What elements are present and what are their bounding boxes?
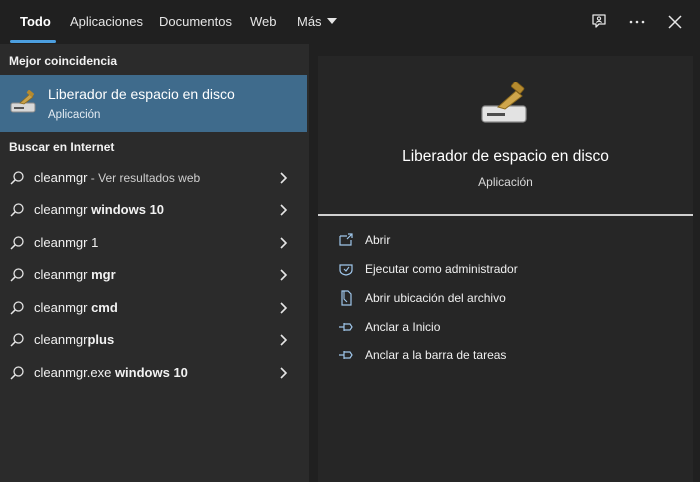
action-open-label: Abrir bbox=[365, 233, 391, 247]
pin-icon bbox=[339, 323, 353, 331]
chevron-right-icon bbox=[280, 237, 288, 249]
web-result-hint: - Ver resultados web bbox=[87, 171, 201, 185]
chevron-right-icon bbox=[280, 204, 288, 216]
best-match-item[interactable]: Liberador de espacio en disco Aplicación bbox=[0, 75, 307, 132]
search-icon bbox=[10, 171, 24, 185]
tab-aplicaciones[interactable]: Aplicaciones bbox=[70, 14, 143, 29]
web-result-1[interactable]: cleanmgr windows 10 bbox=[0, 194, 307, 226]
file-location-icon bbox=[341, 290, 352, 306]
web-result-bold: mgr bbox=[91, 267, 116, 282]
feedback-icon[interactable] bbox=[590, 12, 610, 32]
best-match-title: Liberador de espacio en disco bbox=[48, 86, 235, 102]
action-pin-to-taskbar[interactable]: Anclar a la barra de tareas bbox=[338, 344, 678, 368]
web-result-2[interactable]: cleanmgr 1 bbox=[0, 227, 307, 259]
web-result-label: cleanmgr cmd bbox=[34, 300, 118, 315]
best-match-heading: Mejor coincidencia bbox=[9, 54, 118, 68]
preview-app-subtitle: Aplicación bbox=[478, 175, 533, 189]
search-icon bbox=[10, 333, 24, 347]
search-icon bbox=[10, 301, 24, 315]
web-result-label: cleanmgr.exe windows 10 bbox=[34, 365, 188, 380]
web-result-3[interactable]: cleanmgr mgr bbox=[0, 259, 307, 291]
tab-mas-label: Más bbox=[297, 14, 322, 29]
action-open[interactable]: Abrir bbox=[338, 229, 678, 253]
open-icon bbox=[339, 233, 353, 246]
web-result-5[interactable]: cleanmgrplus bbox=[0, 324, 307, 356]
search-icon bbox=[10, 203, 24, 217]
tab-documentos[interactable]: Documentos bbox=[159, 14, 232, 29]
web-result-6[interactable]: cleanmgr.exe windows 10 bbox=[0, 357, 307, 389]
web-result-text: cleanmgr bbox=[34, 170, 88, 185]
web-result-bold: plus bbox=[87, 332, 115, 347]
search-icon bbox=[10, 236, 24, 250]
web-result-label: cleanmgr 1 bbox=[34, 235, 98, 250]
web-result-label: cleanmgrplus bbox=[34, 332, 114, 347]
chevron-right-icon bbox=[280, 367, 288, 379]
tab-web[interactable]: Web bbox=[250, 14, 277, 29]
results-panel: Mejor coincidencia Liberador de espacio … bbox=[0, 44, 309, 482]
action-pin-to-taskbar-label: Anclar a la barra de tareas bbox=[365, 348, 507, 362]
web-result-bold: windows 10 bbox=[91, 202, 165, 217]
chevron-right-icon bbox=[280, 302, 288, 314]
pin-icon bbox=[339, 351, 353, 359]
chevron-down-icon bbox=[326, 18, 337, 24]
web-search-heading: Buscar en Internet bbox=[9, 140, 115, 154]
web-result-label: cleanmgr - Ver resultados web bbox=[34, 170, 200, 185]
web-result-text: cleanmgr bbox=[34, 332, 88, 347]
web-result-0[interactable]: cleanmgr - Ver resultados web bbox=[0, 162, 307, 194]
action-open-file-location-label: Abrir ubicación del archivo bbox=[365, 291, 506, 305]
best-match-subtitle: Aplicación bbox=[48, 109, 101, 121]
more-options-icon[interactable] bbox=[627, 12, 647, 32]
web-result-bold: windows 10 bbox=[114, 365, 188, 380]
preview-app-title: Liberador de espacio en disco bbox=[402, 148, 609, 165]
web-result-text: cleanmgr.exe bbox=[34, 365, 115, 380]
web-result-4[interactable]: cleanmgr cmd bbox=[0, 292, 307, 324]
web-result-label: cleanmgr mgr bbox=[34, 267, 116, 282]
action-run-as-admin-label: Ejecutar como administrador bbox=[365, 262, 518, 276]
web-result-label: cleanmgr windows 10 bbox=[34, 202, 164, 217]
web-result-text: cleanmgr bbox=[34, 267, 92, 282]
action-pin-to-start[interactable]: Anclar a Inicio bbox=[338, 316, 678, 340]
tab-todo[interactable]: Todo bbox=[20, 14, 51, 29]
chevron-right-icon bbox=[280, 172, 288, 184]
web-result-text: cleanmgr 1 bbox=[34, 235, 99, 250]
action-pin-to-start-label: Anclar a Inicio bbox=[365, 320, 441, 334]
preview-divider bbox=[318, 214, 693, 216]
search-icon bbox=[10, 366, 24, 380]
tab-mas[interactable]: Más bbox=[297, 14, 337, 29]
preview-panel: Liberador de espacio en disco Aplicación… bbox=[318, 56, 693, 482]
search-tab-bar: Todo Aplicaciones Documentos Web Más bbox=[0, 0, 700, 44]
active-tab-indicator bbox=[10, 40, 56, 43]
web-result-text: cleanmgr bbox=[34, 300, 92, 315]
disk-cleanup-icon bbox=[478, 81, 534, 133]
web-result-bold: cmd bbox=[91, 300, 118, 315]
search-icon bbox=[10, 268, 24, 282]
web-result-text: cleanmgr bbox=[34, 202, 92, 217]
chevron-right-icon bbox=[280, 334, 288, 346]
action-open-file-location[interactable]: Abrir ubicación del archivo bbox=[338, 287, 678, 311]
action-run-as-admin[interactable]: Ejecutar como administrador bbox=[338, 258, 678, 282]
disk-cleanup-icon bbox=[10, 89, 38, 121]
close-icon[interactable] bbox=[665, 12, 685, 32]
chevron-right-icon bbox=[280, 269, 288, 281]
shield-icon bbox=[339, 264, 353, 276]
